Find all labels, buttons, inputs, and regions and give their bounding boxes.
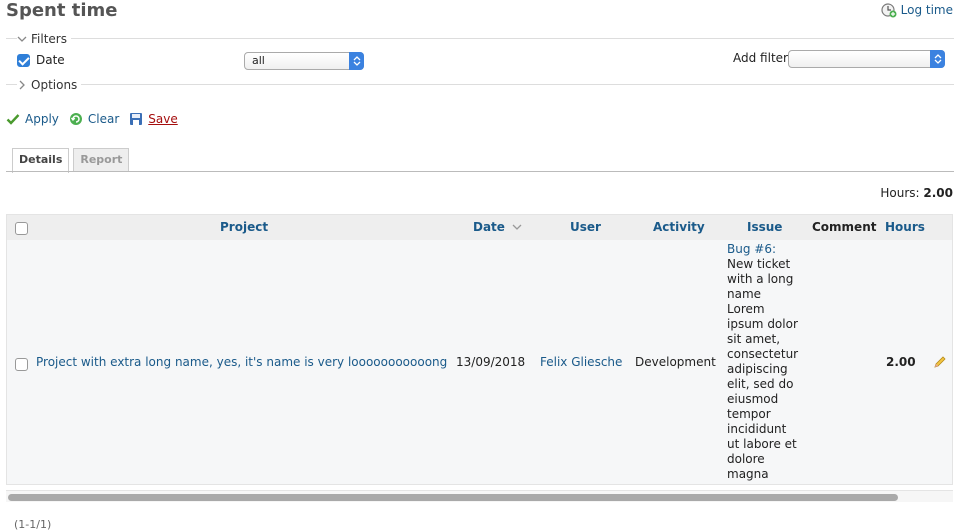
table-row: Project with extra long name, yes, it's …: [7, 240, 952, 484]
date-filter-checkbox[interactable]: [17, 54, 30, 67]
column-header-activity[interactable]: Activity: [653, 220, 705, 234]
clock-add-icon: [881, 3, 897, 18]
horizontal-scrollbar[interactable]: [6, 490, 953, 502]
row-activity: Development: [635, 355, 716, 369]
page-title: Spent time: [6, 0, 118, 21]
issue-subject-line: dolore: [727, 452, 765, 466]
date-operator-select[interactable]: all: [244, 52, 364, 70]
issue-subject-line: incididunt: [727, 422, 787, 436]
issue-subject-line: ut labore et: [727, 437, 797, 451]
row-project-link[interactable]: Project with extra long name, yes, it's …: [36, 355, 447, 369]
column-header-project[interactable]: Project: [220, 220, 268, 234]
options-legend-label: Options: [31, 78, 78, 92]
filters-divider: [6, 38, 954, 39]
save-label: Save: [148, 112, 178, 126]
floppy-disk-icon: [130, 113, 143, 125]
issue-subject-line: elit, sed do: [727, 377, 794, 391]
row-date: 13/09/2018: [456, 355, 526, 369]
query-actions: Apply Clear Save: [6, 112, 178, 126]
filters-legend-label: Filters: [31, 32, 67, 46]
column-header-hours[interactable]: Hours: [885, 220, 925, 234]
issue-subject-line: New ticket: [727, 257, 791, 271]
checkmark-icon: [6, 114, 20, 125]
apply-label: Apply: [25, 112, 59, 126]
total-hours-value: 2.00: [923, 186, 953, 200]
total-hours: Hours: 2.00: [880, 186, 953, 200]
column-header-issue[interactable]: Issue: [747, 220, 782, 234]
column-header-date[interactable]: Date: [473, 220, 522, 234]
tabs-divider: [6, 171, 954, 172]
options-divider: [6, 84, 954, 85]
chevron-right-icon: [19, 80, 25, 90]
tab-report[interactable]: Report: [73, 148, 130, 172]
column-header-comment: Comment: [812, 220, 877, 234]
chevron-down-icon: [17, 36, 27, 42]
issue-subject-line: eiusmod: [727, 392, 779, 406]
issue-subject-line: tempor: [727, 407, 771, 421]
date-operator-value: all: [252, 54, 265, 67]
issue-subject-line: name: [727, 287, 762, 301]
select-arrows-icon: [930, 50, 945, 68]
row-issue: Bug #6: New ticket with a long name Lorem ip…: [727, 242, 807, 482]
log-time-label: Log time: [900, 3, 953, 17]
tab-bar: Details Report: [12, 148, 130, 173]
log-time-link[interactable]: Log time: [881, 2, 953, 18]
row-issue-subject: New ticket with a long name Lorem ipsum dolo…: [727, 257, 807, 482]
apply-button[interactable]: Apply: [6, 112, 59, 126]
tab-details[interactable]: Details: [12, 148, 70, 173]
date-filter-label: Date: [36, 53, 65, 67]
column-header-user[interactable]: User: [570, 220, 601, 234]
select-arrows-icon: [349, 52, 364, 70]
options-legend[interactable]: Options: [17, 78, 82, 92]
row-issue-link[interactable]: Bug #6:: [727, 242, 776, 256]
horizontal-scrollbar-thumb[interactable]: [8, 494, 898, 501]
total-hours-label: Hours:: [880, 186, 920, 200]
add-filter-select[interactable]: [788, 50, 945, 68]
time-entries-table: Project Date User Activity Issue Comment…: [6, 214, 953, 485]
pagination-count: (1-1/1): [14, 518, 52, 531]
issue-subject-line: with a long: [727, 272, 794, 286]
row-user-link[interactable]: Felix Gliesche: [540, 355, 622, 369]
issue-subject-line: sit amet,: [727, 332, 781, 346]
clear-label: Clear: [87, 112, 120, 126]
row-checkbox[interactable]: [15, 358, 28, 371]
sort-desc-icon: [512, 224, 522, 230]
issue-subject-line: consectetur: [727, 347, 799, 361]
select-all-checkbox[interactable]: [15, 222, 28, 235]
column-header-date-label: Date: [473, 220, 505, 234]
save-button[interactable]: Save: [129, 112, 178, 126]
issue-subject-line: Lorem: [727, 302, 765, 316]
edit-pencil-icon[interactable]: [933, 355, 947, 369]
add-filter-label: Add filter: [733, 51, 788, 65]
date-filter-row: Date all Add filter: [17, 50, 945, 70]
reload-icon: [69, 113, 82, 125]
issue-subject-line: magna: [727, 467, 769, 481]
clear-button[interactable]: Clear: [69, 112, 119, 126]
row-hours: 2.00: [886, 355, 916, 369]
issue-subject-line: adipiscing: [727, 362, 788, 376]
issue-subject-line: ipsum dolor: [727, 317, 798, 331]
table-header: Project Date User Activity Issue Comment…: [7, 215, 952, 240]
filters-legend[interactable]: Filters: [17, 32, 71, 46]
